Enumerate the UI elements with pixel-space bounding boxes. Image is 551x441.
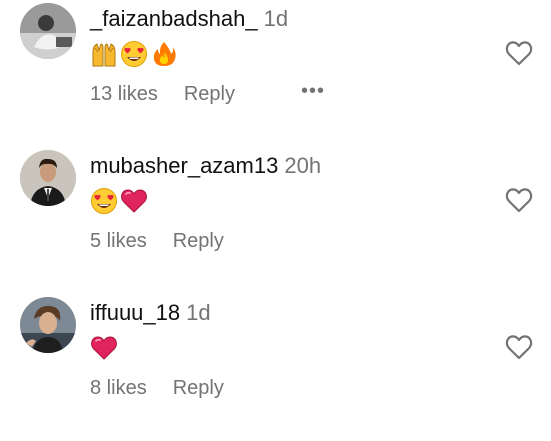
comment-text xyxy=(90,38,178,70)
heart-outline-icon[interactable] xyxy=(505,334,533,360)
username[interactable]: iffuuu_18 xyxy=(90,300,180,325)
reply-button[interactable]: Reply xyxy=(184,83,235,106)
heart-eyes-emoji xyxy=(90,187,118,215)
comment-item: iffuuu_18 1d 8 likes Reply xyxy=(0,294,551,441)
timestamp: 1d xyxy=(186,300,211,325)
likes-count[interactable]: 13 likes xyxy=(90,83,158,106)
avatar[interactable] xyxy=(20,297,76,353)
comment-text xyxy=(90,185,148,217)
avatar[interactable] xyxy=(20,150,76,206)
username[interactable]: _faizanbadshah_ xyxy=(90,6,258,31)
fire-emoji xyxy=(150,40,178,68)
red-heart-emoji xyxy=(120,187,148,215)
likes-count[interactable]: 8 likes xyxy=(90,377,147,400)
more-dots-icon[interactable]: ••• xyxy=(301,81,325,101)
comment-item: mubasher_azam13 20h 5 likes Reply xyxy=(0,147,551,294)
timestamp: 20h xyxy=(284,153,322,178)
comment-item: _faizanbadshah_ 1d 13 likes Reply ••• xyxy=(0,0,551,147)
heart-outline-icon[interactable] xyxy=(505,40,533,66)
username[interactable]: mubasher_azam13 xyxy=(90,153,278,178)
reply-button[interactable]: Reply xyxy=(173,377,224,400)
timestamp: 1d xyxy=(263,6,289,31)
red-heart-emoji xyxy=(90,334,118,362)
likes-count[interactable]: 5 likes xyxy=(90,230,147,253)
raising-hands-emoji xyxy=(90,40,118,68)
avatar[interactable] xyxy=(20,3,76,59)
comment-text xyxy=(90,332,118,364)
heart-eyes-emoji xyxy=(120,40,148,68)
reply-button[interactable]: Reply xyxy=(173,230,224,253)
heart-outline-icon[interactable] xyxy=(505,187,533,213)
